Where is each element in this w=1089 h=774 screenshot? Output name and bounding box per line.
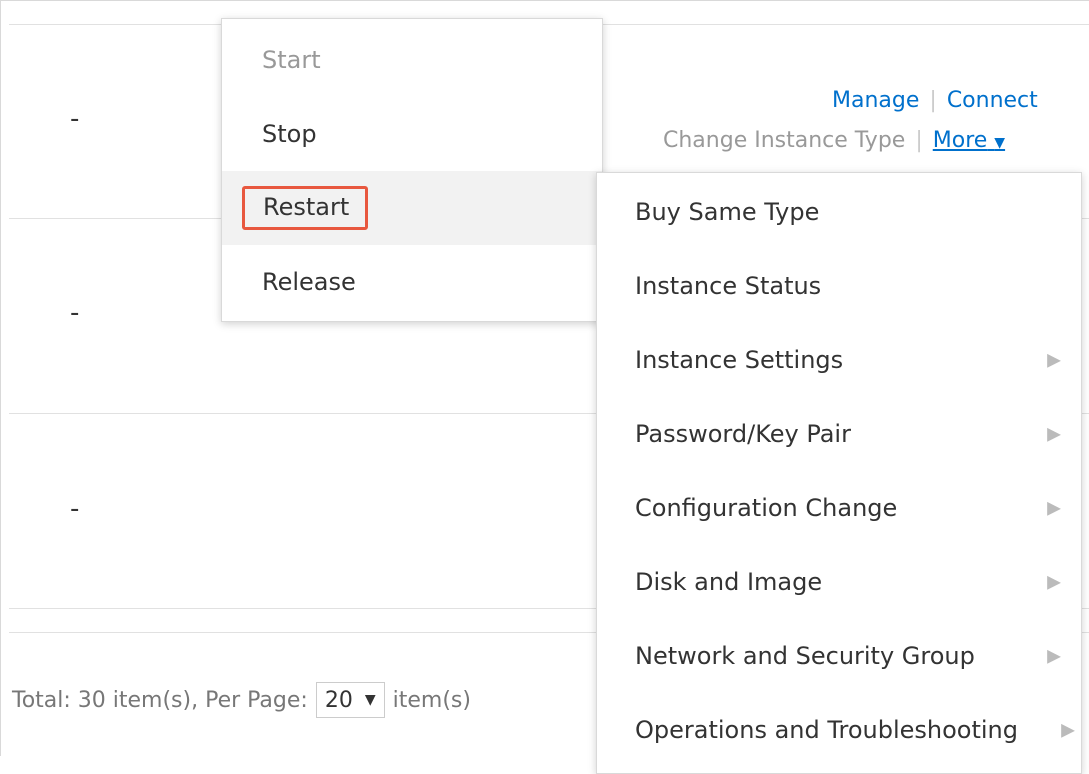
more-menu: Buy Same Type Instance Status Instance S… (596, 172, 1082, 774)
instance-state-menu: Start Stop Restart Release (221, 18, 603, 322)
pagination: Total: 30 item(s), Per Page: 20 ▼ item(s) (12, 682, 471, 718)
chevron-right-icon: ▶ (1047, 645, 1061, 667)
menu-item-label: Start (262, 46, 321, 74)
per-page-select[interactable]: 20 ▼ (315, 682, 385, 718)
menu-item-label: Operations and Troubleshooting (635, 716, 1018, 744)
caret-down-icon: ▼ (994, 135, 1006, 151)
table-cell: - (70, 494, 80, 524)
chevron-right-icon: ▶ (1047, 571, 1061, 593)
menu-item-label: Disk and Image (635, 568, 823, 596)
menu-item-label: Release (262, 268, 356, 296)
row-actions-top: Manage | Connect (832, 88, 1038, 113)
pagination-suffix: item(s) (392, 687, 471, 713)
more-label: More (932, 128, 988, 153)
more-dropdown[interactable]: More ▼ (933, 128, 1005, 153)
chevron-right-icon: ▶ (1047, 349, 1061, 371)
menu-item-label: Instance Status (635, 272, 822, 300)
menu-item-label: Stop (262, 120, 317, 148)
menu-item-release[interactable]: Release (222, 245, 602, 319)
caret-down-icon: ▼ (364, 692, 376, 708)
menu-item-label: Network and Security Group (635, 642, 975, 670)
manage-link[interactable]: Manage (832, 88, 919, 113)
chevron-right-icon: ▶ (1061, 719, 1075, 741)
menu-item-password-key-pair[interactable]: Password/Key Pair ▶ (597, 397, 1081, 471)
table-cell: - (70, 298, 80, 328)
menu-item-buy-same-type[interactable]: Buy Same Type (597, 175, 1081, 249)
menu-item-disk-and-image[interactable]: Disk and Image ▶ (597, 545, 1081, 619)
menu-item-network-security-group[interactable]: Network and Security Group ▶ (597, 619, 1081, 693)
menu-item-restart[interactable]: Restart (222, 171, 602, 245)
highlight-box: Restart (242, 186, 369, 230)
row-actions-bottom: Change Instance Type | More ▼ (663, 128, 1005, 153)
menu-item-instance-settings[interactable]: Instance Settings ▶ (597, 323, 1081, 397)
separator: | (915, 128, 923, 153)
menu-item-label: Instance Settings (635, 346, 844, 374)
menu-item-label: Restart (263, 193, 350, 221)
change-instance-type-link[interactable]: Change Instance Type (663, 128, 905, 153)
chevron-right-icon: ▶ (1047, 497, 1061, 519)
menu-item-start[interactable]: Start (222, 23, 602, 97)
connect-link[interactable]: Connect (947, 88, 1038, 113)
menu-item-label: Buy Same Type (635, 198, 820, 226)
menu-item-instance-status[interactable]: Instance Status (597, 249, 1081, 323)
menu-item-label: Password/Key Pair (635, 420, 851, 448)
per-page-value: 20 (324, 687, 353, 713)
table-cell: - (70, 104, 80, 134)
menu-item-stop[interactable]: Stop (222, 97, 602, 171)
chevron-right-icon: ▶ (1047, 423, 1061, 445)
pagination-total: Total: 30 item(s), Per Page: (12, 687, 308, 713)
separator: | (929, 88, 937, 113)
menu-item-label: Configuration Change (635, 494, 898, 522)
menu-item-configuration-change[interactable]: Configuration Change ▶ (597, 471, 1081, 545)
